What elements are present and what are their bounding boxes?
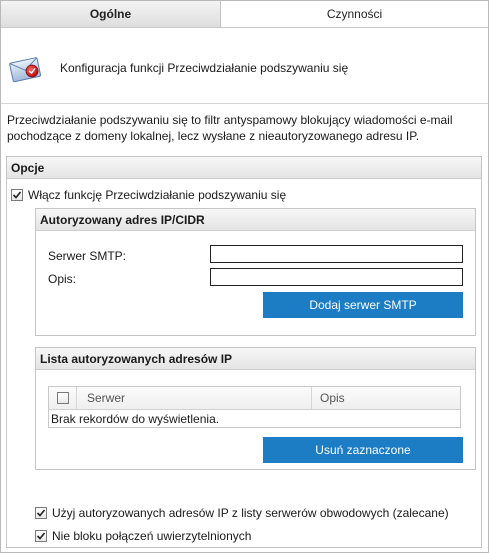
enable-anti-spoofing-checkbox[interactable]: [11, 189, 23, 201]
checkmark-icon: [36, 509, 46, 517]
use-perimeter-servers-row: Użyj autoryzowanych adresów IP z listy s…: [35, 506, 449, 520]
add-smtp-server-button[interactable]: Dodaj serwer SMTP: [263, 292, 463, 318]
description-input[interactable]: [210, 268, 463, 286]
select-all-checkbox[interactable]: [56, 392, 69, 404]
no-block-authenticated-label: Nie bloku połączeń uwierzytelnionych: [52, 529, 252, 543]
tab-ogolne[interactable]: Ogólne: [1, 1, 221, 27]
table-header: Serwer Opis: [49, 387, 460, 410]
options-section-title: Opcje: [7, 157, 481, 179]
authorized-ip-panel: Autoryzowany adres IP/CIDR Serwer SMTP: …: [35, 208, 476, 336]
enable-anti-spoofing-label: Włącz funkcję Przeciwdziałanie podszywan…: [28, 188, 287, 202]
column-header-description[interactable]: Opis: [312, 387, 460, 409]
no-block-authenticated-row: Nie bloku połączeń uwierzytelnionych: [35, 529, 251, 543]
checkmark-icon: [36, 532, 46, 540]
smtp-server-label: Serwer SMTP:: [48, 249, 127, 263]
checkmark-icon: [12, 191, 22, 199]
options-section: Opcje Włącz funkcję Przeciwdziałanie pod…: [6, 156, 482, 548]
column-header-server[interactable]: Serwer: [77, 387, 312, 409]
envelope-shield-icon: [9, 57, 42, 83]
description-label: Opis:: [48, 272, 77, 286]
description-text: Przeciwdziałanie podszywaniu się to filt…: [7, 113, 453, 143]
smtp-server-input[interactable]: [210, 245, 463, 263]
select-all-cell: [49, 387, 77, 409]
remove-selected-button[interactable]: Usuń zaznaczone: [263, 437, 463, 463]
no-block-authenticated-checkbox[interactable]: [35, 530, 47, 542]
use-perimeter-servers-checkbox[interactable]: [35, 507, 47, 519]
authorized-ip-list-panel: Lista autoryzowanych adresów IP Serwer O…: [35, 347, 476, 470]
tab-czynnosci[interactable]: Czynności: [221, 1, 488, 27]
enable-anti-spoofing-row: Włącz funkcję Przeciwdziałanie podszywan…: [11, 188, 286, 202]
authorized-ip-list-panel-title: Lista autoryzowanych adresów IP: [36, 348, 475, 370]
divider: [1, 103, 488, 104]
tab-bar: Ogólne Czynności: [1, 1, 488, 28]
authorized-ip-table: Serwer Opis Brak rekordów do wyświetleni…: [48, 386, 461, 428]
page-title: Konfiguracja funkcji Przeciwdziałanie po…: [60, 61, 349, 75]
page-header: Konfiguracja funkcji Przeciwdziałanie po…: [1, 28, 488, 103]
use-perimeter-servers-label: Użyj autoryzowanych adresów IP z listy s…: [52, 506, 449, 520]
empty-table-message: Brak rekordów do wyświetlenia.: [51, 411, 220, 426]
anti-spoofing-config-window: Ogólne Czynności Konfiguracja funkcji Pr…: [0, 0, 489, 553]
authorized-ip-panel-title: Autoryzowany adres IP/CIDR: [36, 209, 475, 231]
